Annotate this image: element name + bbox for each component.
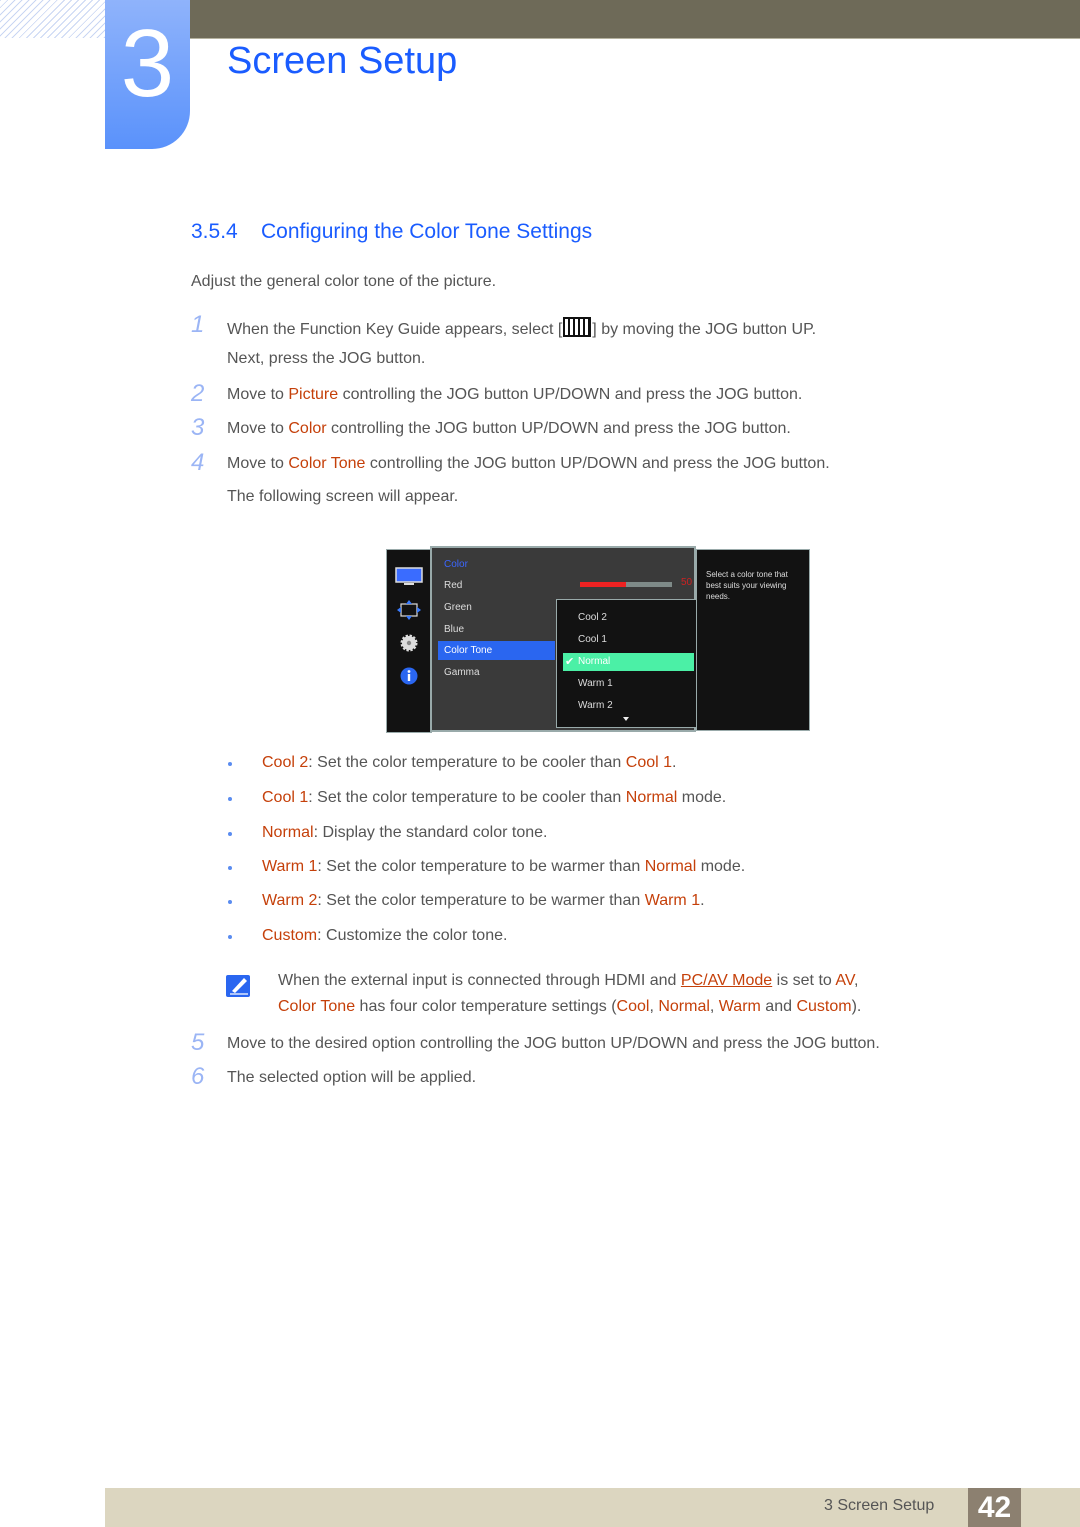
step-number: 2 [191,380,205,407]
step-text: ] by moving the JOG button UP. [592,321,817,338]
bullet-dot-icon [228,832,232,836]
gear-icon [400,634,418,652]
osd-screenshot: Color Red Green Blue Color Tone Gamma 50… [386,546,810,733]
note-icon [226,975,250,997]
bullet-dot-icon [228,797,232,801]
dropdown-option-warm-1[interactable]: Warm 1 [563,675,694,693]
dropdown-option-cool-1[interactable]: Cool 1 [563,631,694,649]
resize-arrows-icon [397,600,421,620]
section-number: 3.5.4 [191,220,238,243]
step-number: 6 [191,1063,205,1090]
osd-menu-item-red[interactable]: Red [438,576,555,595]
menu-term: Picture [288,386,339,403]
step-number: 4 [191,449,205,476]
footer-chapter-label: 3 Screen Setup [824,1497,935,1514]
bullet-dot-icon [228,935,232,939]
osd-menu-panel: Color Red Green Blue Color Tone Gamma 50… [430,546,699,732]
chapter-title: Screen Setup [227,40,458,82]
decorative-hatch [0,0,105,38]
step-number: 5 [191,1029,205,1056]
bullet-dot-icon [228,762,232,766]
step-number: 1 [191,311,205,338]
header-bar [190,0,1080,39]
slider-fill [580,582,626,587]
check-icon: ✔ [565,656,575,668]
page-footer: 3 Screen Setup 42 [105,1488,1080,1527]
info-icon [400,667,418,685]
osd-menu-item-gamma[interactable]: Gamma [438,663,555,682]
chapter-number: 3 [120,10,175,117]
bullet-dot-icon [228,900,232,904]
dropdown-option-cool-2[interactable]: Cool 2 [563,609,694,627]
note-line-2: Color Tone has four color temperature se… [278,998,862,1015]
menu-key-icon [563,317,592,337]
step-text: When the Function Key Guide appears, sel… [227,321,563,338]
step-number: 3 [191,414,205,441]
section-title: Configuring the Color Tone Settings [261,220,593,243]
menu-term: Color Tone [288,455,366,472]
scroll-down-arrow-icon[interactable] [623,717,629,721]
page-number: 42 [968,1488,1021,1527]
menu-term: Color [288,420,327,437]
dropdown-option-normal[interactable]: ✔ Normal [563,653,694,671]
osd-sidebar [386,549,432,733]
intro-text: Adjust the general color tone of the pic… [191,273,497,290]
chapter-tab: 3 [105,0,190,149]
osd-menu-item-green[interactable]: Green [438,598,555,617]
osd-category-title: Color [444,559,468,570]
monitor-icon [395,567,423,585]
dropdown-option-warm-2[interactable]: Warm 2 [563,697,694,715]
slider-value: 50 [681,577,693,588]
color-tone-dropdown: Cool 2 Cool 1 ✔ Normal Warm 1 Warm 2 [556,599,699,728]
osd-menu-item-color-tone[interactable]: Color Tone [438,641,555,660]
osd-menu-item-blue[interactable]: Blue [438,620,555,639]
pc-av-mode-link[interactable]: PC/AV Mode [681,972,772,989]
section-heading: 3.5.4 Configuring the Color Tone Settings [191,220,592,244]
osd-help-text: Select a color tone that best suits your… [706,570,788,601]
bullet-dot-icon [228,866,232,870]
osd-help-panel: Select a color tone that best suits your… [696,549,810,731]
red-slider[interactable] [580,582,672,587]
note-line-1: When the external input is connected thr… [278,972,859,989]
